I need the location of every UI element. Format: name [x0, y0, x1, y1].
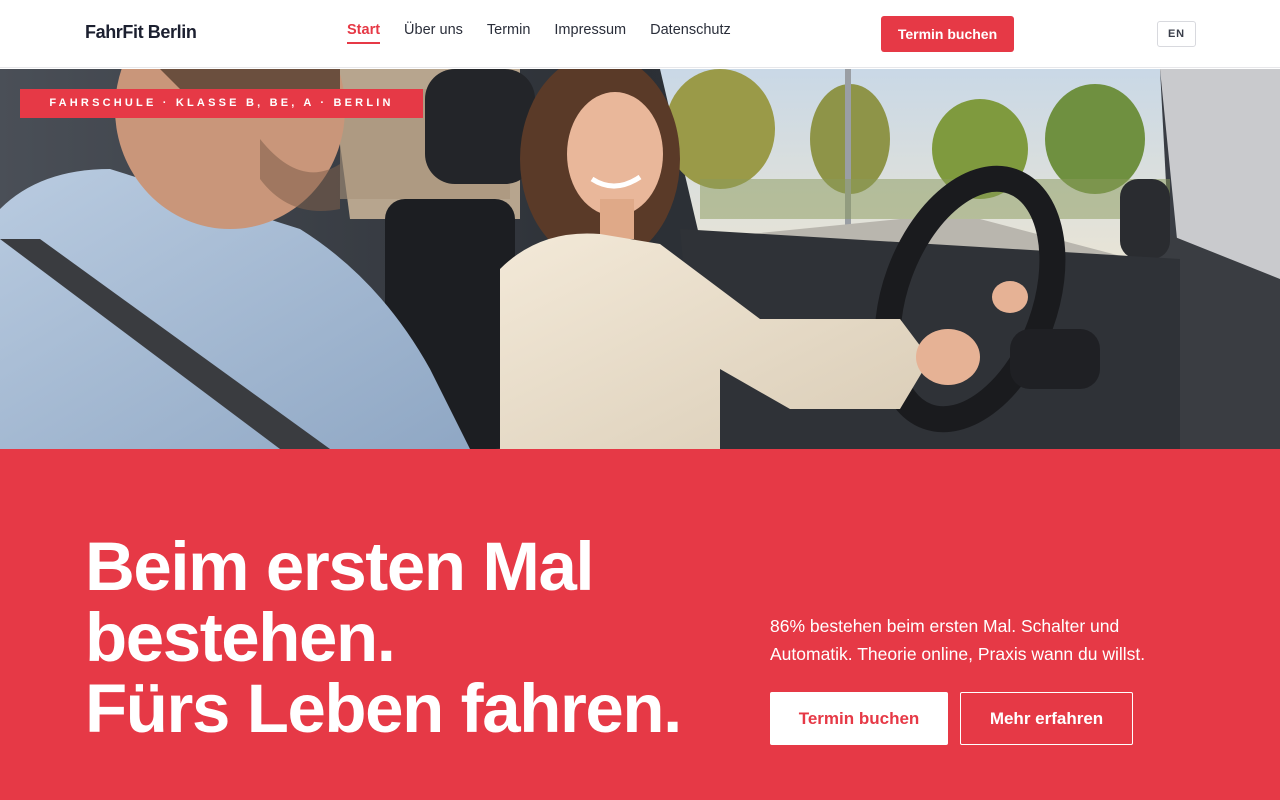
hero-band: Beim ersten Mal bestehen. Fürs Leben fah… [0, 449, 1280, 800]
nav-item-ueber-uns[interactable]: Über uns [404, 22, 463, 44]
hero-headline: Beim ersten Mal bestehen. Fürs Leben fah… [85, 531, 765, 744]
headline-line-3: Fürs Leben fahren. [85, 670, 682, 747]
hero-subtext: 86% bestehen beim ersten Mal. Schalter u… [770, 616, 1146, 664]
main-nav: Start Über uns Termin Impressum Datensch… [347, 22, 731, 44]
site-logo[interactable]: FahrFit Berlin [85, 22, 197, 43]
nav-item-datenschutz[interactable]: Datenschutz [650, 22, 731, 44]
headline-line-1: Beim ersten Mal [85, 528, 595, 605]
hero-image: FAHRSCHULE · KLASSE B, BE, A · BERLIN [0, 69, 1280, 449]
book-appointment-button[interactable]: Termin buchen [770, 692, 948, 745]
language-switch-button[interactable]: EN [1157, 21, 1196, 47]
nav-item-start[interactable]: Start [347, 22, 381, 44]
nav-item-termin[interactable]: Termin [487, 22, 531, 44]
site-header: FahrFit Berlin Start Über uns Termin Imp… [0, 0, 1280, 68]
hero-category-tag: FAHRSCHULE · KLASSE B, BE, A · BERLIN [20, 89, 423, 118]
headline-line-2: bestehen. [85, 599, 396, 676]
header-book-button[interactable]: Termin buchen [881, 16, 1014, 52]
nav-item-impressum[interactable]: Impressum [554, 22, 626, 44]
driving-lesson-photo [0, 69, 1280, 449]
learn-more-button[interactable]: Mehr erfahren [960, 692, 1133, 745]
